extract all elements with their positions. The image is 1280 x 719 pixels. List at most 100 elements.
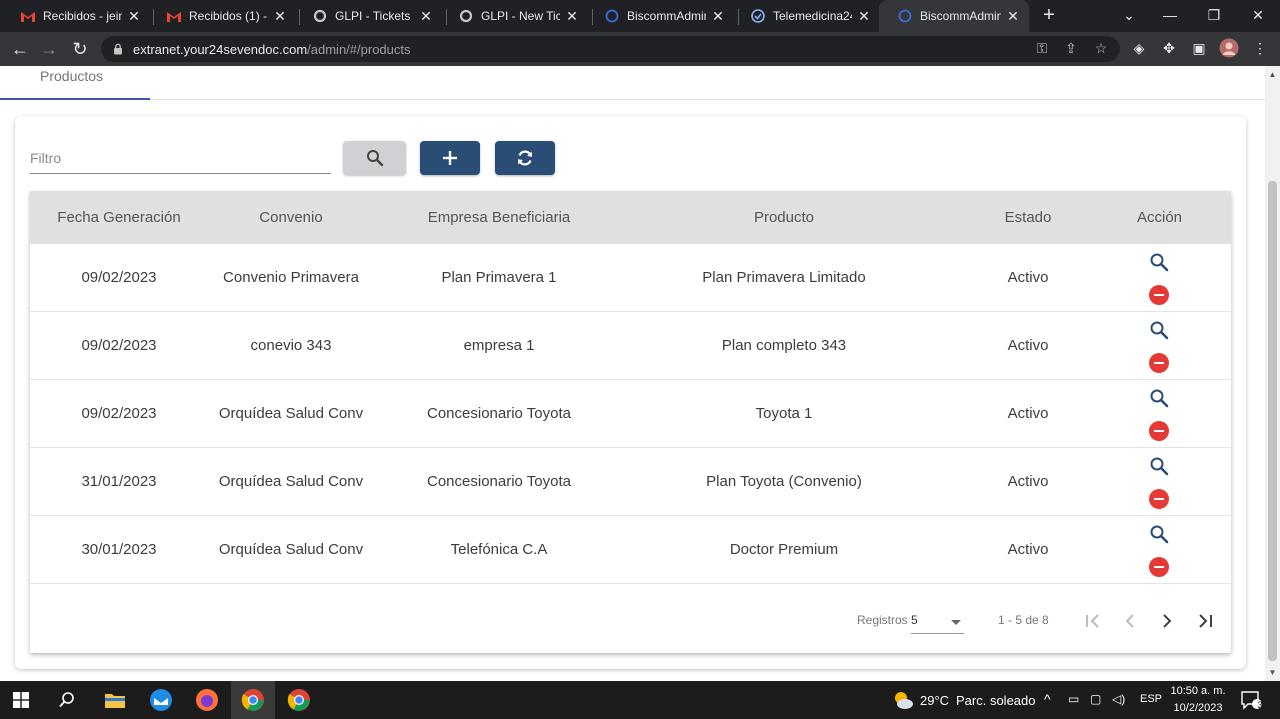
windows-taskbar: 29°C Parc. soleado ^ ▭ ▢ ◁) ESP 10:50 a.… [0, 681, 1280, 719]
close-window-icon[interactable]: ✕ [1236, 0, 1280, 32]
delete-icon[interactable] [1149, 557, 1169, 577]
shield-icon [750, 8, 766, 24]
delete-icon[interactable] [1149, 489, 1169, 509]
cell-empresa: Telefónica C.A [450, 541, 548, 558]
browser-tab-active[interactable]: BiscommAdmin ✕ [879, 0, 1029, 32]
chevron-up-icon[interactable]: ^ [1044, 691, 1051, 707]
filter-field[interactable] [30, 144, 331, 174]
new-tab-icon[interactable]: + [1038, 4, 1060, 26]
forward-icon[interactable]: → [37, 37, 61, 61]
page-tabs: Productos [0, 66, 1265, 100]
refresh-button[interactable] [495, 141, 555, 175]
share-icon[interactable]: ⇪ [1061, 38, 1081, 58]
delete-icon[interactable] [1149, 285, 1169, 305]
search-icon[interactable] [52, 685, 82, 715]
cell-producto: Doctor Premium [729, 541, 839, 558]
close-icon[interactable]: ✕ [1005, 8, 1021, 25]
restore-icon[interactable]: ❐ [1192, 0, 1236, 32]
page-scrollbar[interactable]: ▲ ▼ [1265, 66, 1280, 681]
chevron-down-icon[interactable]: ⌄ [1107, 0, 1151, 32]
thunderbird-icon[interactable] [146, 685, 176, 715]
address-bar[interactable]: extranet.your24sevendoc.com/admin/#/prod… [101, 36, 1120, 62]
browser-tab[interactable]: Recibidos (1) - jei ✕ [148, 0, 296, 32]
globe-icon [604, 8, 620, 24]
reload-icon[interactable]: ↻ [68, 37, 92, 61]
table-row: 09/02/2023 Convenio Primavera Plan Prima… [30, 244, 1231, 312]
view-search-icon[interactable] [1148, 251, 1170, 273]
weather-icon[interactable] [888, 685, 918, 715]
page-content: Productos Fecha Generación Convenio Empr… [0, 66, 1265, 681]
previous-page-icon[interactable] [1119, 610, 1141, 632]
side-panel-icon[interactable]: ▣ [1189, 38, 1209, 58]
glpi-icon [458, 8, 474, 24]
chrome-icon-active[interactable] [231, 681, 275, 719]
view-search-icon[interactable] [1148, 455, 1170, 477]
column-header-producto[interactable]: Producto [624, 191, 944, 244]
paginator: Registros 5 1 - 5 de 8 [30, 591, 1231, 653]
last-page-icon[interactable] [1194, 610, 1216, 632]
filter-input[interactable] [30, 144, 331, 172]
file-explorer-icon[interactable] [100, 685, 130, 715]
view-search-icon[interactable] [1148, 319, 1170, 341]
add-product-button[interactable] [420, 141, 480, 175]
scrollbar-thumb[interactable] [1268, 181, 1277, 661]
scroll-up-icon[interactable]: ▲ [1268, 70, 1277, 79]
notifications-icon[interactable]: 3 [1236, 685, 1266, 715]
cell-estado: Activo [1007, 405, 1049, 422]
page-size-select[interactable]: 5 [911, 608, 964, 634]
table-row: 09/02/2023 conevio 343 empresa 1 Plan co… [30, 312, 1231, 380]
avatar[interactable] [1219, 38, 1239, 58]
view-search-icon[interactable] [1148, 387, 1170, 409]
products-card: Fecha Generación Convenio Empresa Benefi… [15, 116, 1246, 669]
browser-tab[interactable]: Recibidos - jeinyr ✕ [2, 0, 150, 32]
key-icon[interactable]: ⚿ [1032, 38, 1052, 58]
close-icon[interactable]: ✕ [126, 8, 142, 25]
browser-tab[interactable]: GLPI - New Ticke ✕ [440, 0, 588, 32]
delete-icon[interactable] [1149, 353, 1169, 373]
browser-tab[interactable]: GLPI - Tickets ✕ [294, 0, 442, 32]
close-icon[interactable]: ✕ [856, 8, 872, 25]
tab-title: GLPI - New Ticke [481, 9, 560, 23]
column-header-estado[interactable]: Estado [944, 191, 1112, 244]
column-header-fecha[interactable]: Fecha Generación [30, 191, 208, 244]
cell-fecha: 09/02/2023 [81, 337, 157, 354]
weather-text: Parc. soleado [956, 693, 1036, 708]
clock-time[interactable]: 10:50 a. m. [1166, 685, 1230, 697]
close-icon[interactable]: ✕ [272, 8, 288, 25]
chrome-icon[interactable] [284, 685, 314, 715]
firefox-icon[interactable] [192, 685, 222, 715]
cell-fecha: 09/02/2023 [81, 405, 157, 422]
back-icon[interactable]: ← [8, 37, 32, 61]
network-icon[interactable]: ▢ [1090, 692, 1101, 706]
delete-icon[interactable] [1149, 421, 1169, 441]
page-size-label: Registros [857, 613, 908, 627]
close-icon[interactable]: ✕ [710, 8, 726, 25]
next-page-icon[interactable] [1156, 610, 1178, 632]
browser-tab[interactable]: Telemedicina24 ✕ [732, 0, 880, 32]
cell-fecha: 09/02/2023 [81, 269, 157, 286]
close-icon[interactable]: ✕ [564, 8, 580, 25]
scroll-down-icon[interactable]: ▼ [1268, 668, 1277, 677]
browser-tab-bar: Recibidos - jeinyr ✕ Recibidos (1) - jei… [0, 0, 1280, 32]
cell-producto: Plan completo 343 [721, 337, 847, 354]
language-indicator[interactable]: ESP [1140, 693, 1162, 705]
battery-icon[interactable]: ▭ [1068, 692, 1079, 706]
column-header-convenio[interactable]: Convenio [208, 191, 374, 244]
puzzle-icon[interactable]: ✥ [1159, 38, 1179, 58]
tab-productos[interactable]: Productos [0, 66, 150, 100]
weather-temp: 29°C [920, 693, 950, 708]
view-search-icon[interactable] [1148, 523, 1170, 545]
bookmark-star-icon[interactable]: ☆ [1091, 38, 1111, 58]
column-header-empresa[interactable]: Empresa Beneficiaria [374, 191, 624, 244]
clock-date[interactable]: 10/2/2023 [1166, 702, 1230, 714]
browser-tab[interactable]: BiscommAdmin ✕ [586, 0, 734, 32]
extension-icon[interactable]: ◈ [1129, 38, 1149, 58]
windows-start-icon[interactable] [6, 685, 36, 715]
minimize-icon[interactable]: — [1148, 0, 1192, 32]
browser-menu-icon[interactable]: ⋮ [1250, 38, 1270, 58]
volume-icon[interactable]: ◁) [1112, 692, 1125, 706]
close-icon[interactable]: ✕ [418, 8, 434, 25]
first-page-icon[interactable] [1082, 610, 1104, 632]
search-button[interactable] [343, 141, 406, 175]
cell-estado: Activo [1007, 269, 1049, 286]
